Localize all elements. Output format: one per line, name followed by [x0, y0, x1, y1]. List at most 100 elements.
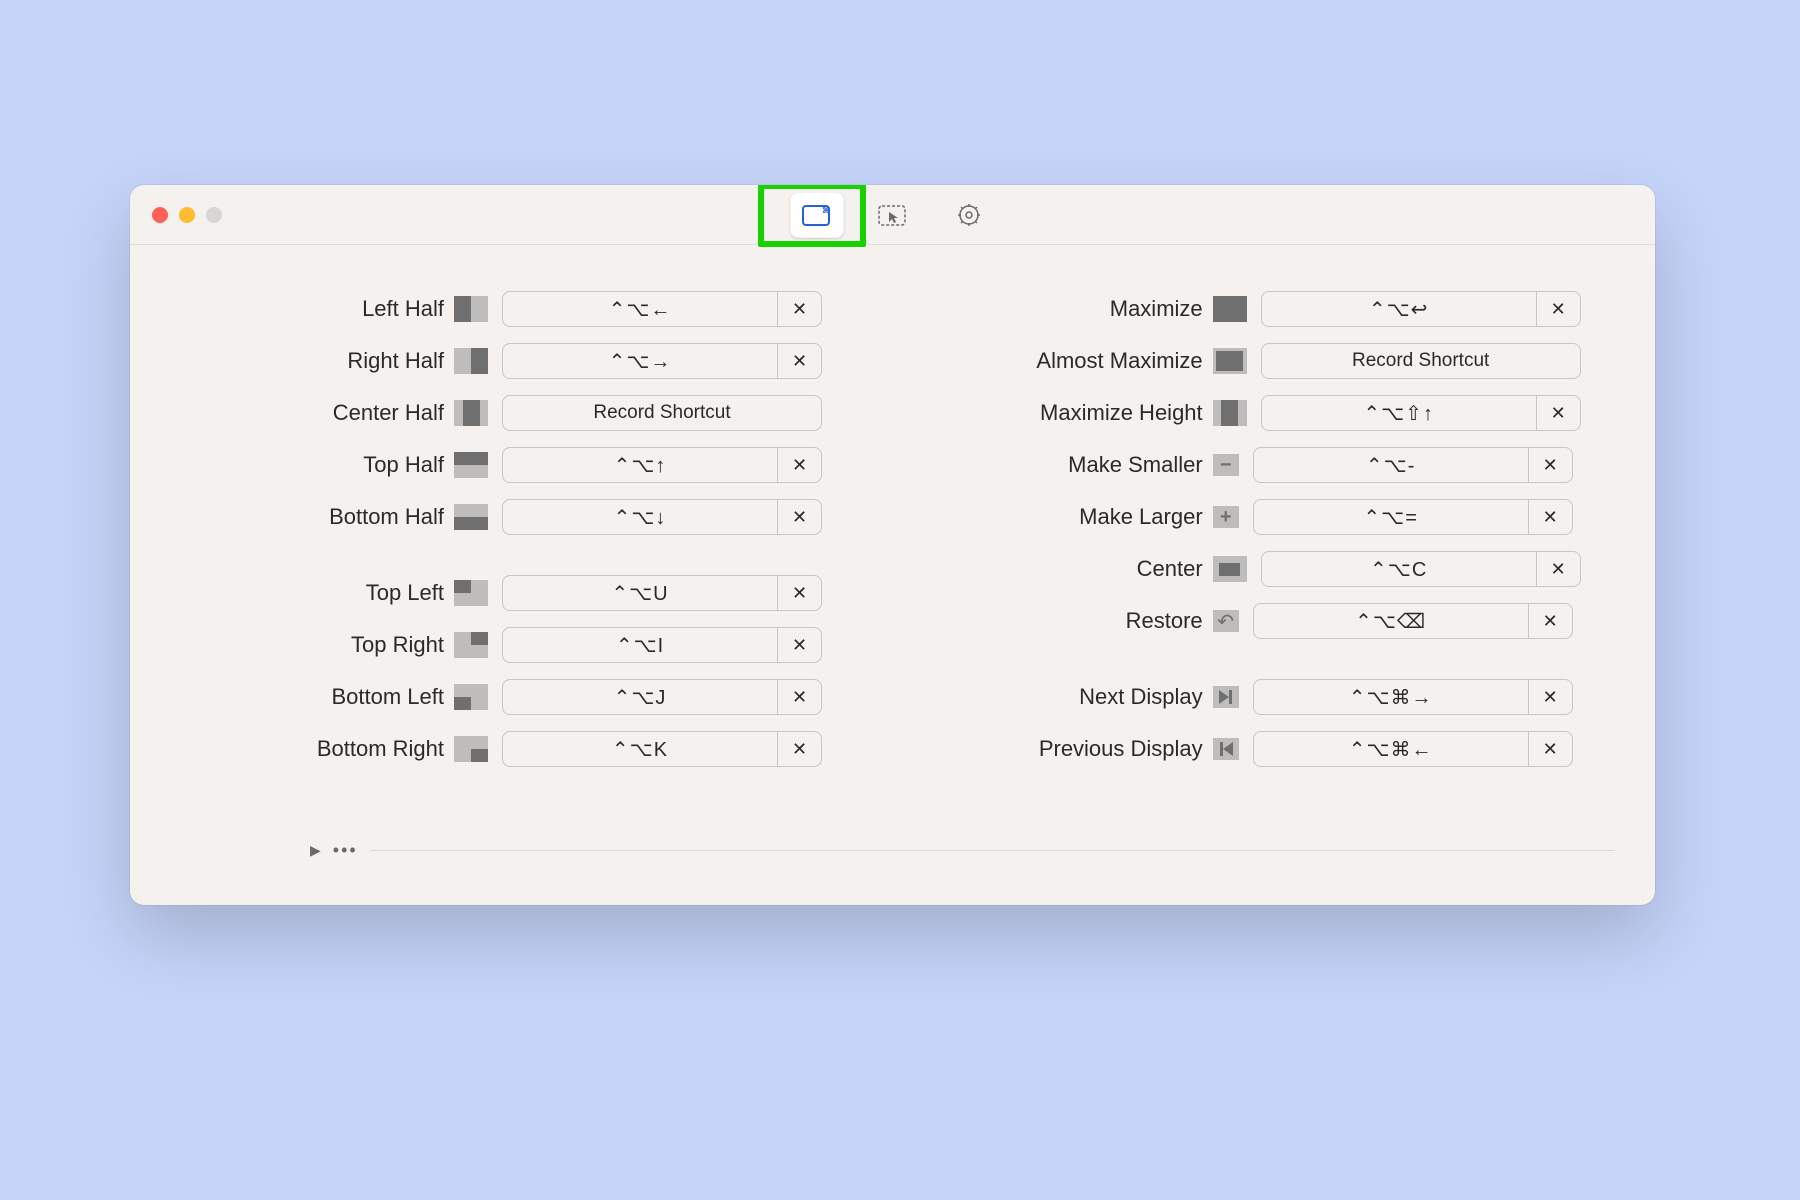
shortcut-recorder-center-half[interactable]: Record Shortcut — [502, 395, 822, 431]
shortcut-recorder-bottom-half[interactable]: ⌃⌥↓ — [502, 499, 778, 535]
top-left-icon — [454, 580, 488, 606]
maximize-height-icon — [1213, 400, 1247, 426]
clear-shortcut-previous-display[interactable]: ✕ — [1529, 731, 1573, 767]
label-almost-maximize: Almost Maximize — [883, 348, 1213, 374]
row-previous-display: Previous Display⌃⌥⌘←✕ — [883, 723, 1631, 775]
label-restore: Restore — [883, 608, 1213, 634]
shortcut-recorder-right-half[interactable]: ⌃⌥→ — [502, 343, 778, 379]
shortcut-recorder-make-larger[interactable]: ⌃⌥= — [1253, 499, 1529, 535]
window-cursor-icon — [878, 203, 908, 227]
shortcut-recorder-top-right[interactable]: ⌃⌥I — [502, 627, 778, 663]
clear-shortcut-bottom-half[interactable]: ✕ — [778, 499, 822, 535]
clear-shortcut-center[interactable]: ✕ — [1537, 551, 1581, 587]
clear-shortcut-top-half[interactable]: ✕ — [778, 447, 822, 483]
shortcut-recorder-top-half[interactable]: ⌃⌥↑ — [502, 447, 778, 483]
shortcut-recorder-left-half[interactable]: ⌃⌥← — [502, 291, 778, 327]
window-key-icon: ⌘ — [802, 203, 832, 227]
clear-shortcut-make-larger[interactable]: ✕ — [1529, 499, 1573, 535]
right-half-icon — [454, 348, 488, 374]
row-bottom-left: Bottom Left ⌃⌥J✕ — [154, 671, 883, 723]
label-next-display: Next Display — [883, 684, 1213, 710]
undo-icon: ↶ — [1213, 610, 1239, 632]
bottom-right-icon — [454, 736, 488, 762]
row-center: Center⌃⌥C✕ — [883, 543, 1631, 595]
disclosure-row[interactable]: ▶ ••• — [310, 840, 1615, 861]
maximize-icon — [1213, 296, 1247, 322]
label-maximize-height: Maximize Height — [883, 400, 1213, 426]
row-top-half: Top Half ⌃⌥↑✕ — [154, 439, 883, 491]
bottom-left-icon — [454, 684, 488, 710]
label-bottom-right: Bottom Right — [154, 736, 454, 762]
row-make-larger: Make Larger+ ⌃⌥=✕ — [883, 491, 1631, 543]
row-make-smaller: Make Smaller−⌃⌥-✕ — [883, 439, 1631, 491]
shortcut-recorder-bottom-right[interactable]: ⌃⌥K — [502, 731, 778, 767]
label-make-larger: Make Larger — [883, 504, 1213, 530]
row-left-half: Left Half ⌃⌥←✕ — [154, 283, 883, 335]
clear-shortcut-bottom-left[interactable]: ✕ — [778, 679, 822, 715]
disclosure-triangle-icon: ▶ — [310, 842, 321, 859]
tab-mouse[interactable] — [866, 192, 920, 238]
left-half-icon — [454, 296, 488, 322]
svg-text:⌘: ⌘ — [822, 206, 830, 215]
clear-shortcut-restore[interactable]: ✕ — [1529, 603, 1573, 639]
clear-shortcut-bottom-right[interactable]: ✕ — [778, 731, 822, 767]
clear-shortcut-maximize-height[interactable]: ✕ — [1537, 395, 1581, 431]
clear-shortcut-top-right[interactable]: ✕ — [778, 627, 822, 663]
clear-shortcut-right-half[interactable]: ✕ — [778, 343, 822, 379]
shortcut-recorder-center[interactable]: ⌃⌥C — [1261, 551, 1537, 587]
row-bottom-half: Bottom Half ⌃⌥↓✕ — [154, 491, 883, 543]
row-almost-maximize: Almost Maximize Record Shortcut — [883, 335, 1631, 387]
clear-shortcut-left-half[interactable]: ✕ — [778, 291, 822, 327]
almost-maximize-icon — [1213, 348, 1247, 374]
shortcut-recorder-maximize-height[interactable]: ⌃⌥⇧↑ — [1261, 395, 1537, 431]
label-left-half: Left Half — [154, 296, 454, 322]
window-controls — [130, 207, 222, 223]
row-center-half: Center Half Record Shortcut — [154, 387, 883, 439]
label-top-half: Top Half — [154, 452, 454, 478]
shortcut-recorder-make-smaller[interactable]: ⌃⌥- — [1253, 447, 1529, 483]
clear-shortcut-make-smaller[interactable]: ✕ — [1529, 447, 1573, 483]
bottom-half-icon — [454, 504, 488, 530]
minus-icon: − — [1213, 454, 1239, 476]
shortcut-recorder-next-display[interactable]: ⌃⌥⌘→ — [1253, 679, 1529, 715]
center-half-icon — [454, 400, 488, 426]
row-top-left: Top Left ⌃⌥U✕ — [154, 567, 883, 619]
label-bottom-half: Bottom Half — [154, 504, 454, 530]
row-maximize: Maximize ⌃⌥↩✕ — [883, 283, 1631, 335]
label-bottom-left: Bottom Left — [154, 684, 454, 710]
row-next-display: Next Display ⌃⌥⌘→✕ — [883, 671, 1631, 723]
top-right-icon — [454, 632, 488, 658]
shortcut-recorder-almost-maximize[interactable]: Record Shortcut — [1261, 343, 1581, 379]
row-top-right: Top Right ⌃⌥I✕ — [154, 619, 883, 671]
zoom-window-button[interactable] — [206, 207, 222, 223]
row-bottom-right: Bottom Right ⌃⌥K✕ — [154, 723, 883, 775]
preferences-window: ⌘ — [130, 185, 1655, 905]
clear-shortcut-next-display[interactable]: ✕ — [1529, 679, 1573, 715]
divider — [370, 850, 1615, 851]
toolbar-tabs: ⌘ — [790, 192, 996, 238]
minimize-window-button[interactable] — [179, 207, 195, 223]
plus-icon: + — [1213, 506, 1239, 528]
tab-settings[interactable] — [942, 192, 996, 238]
chevron-left-icon — [1213, 738, 1239, 760]
label-maximize: Maximize — [883, 296, 1213, 322]
clear-shortcut-maximize[interactable]: ✕ — [1537, 291, 1581, 327]
shortcut-recorder-restore[interactable]: ⌃⌥⌫ — [1253, 603, 1529, 639]
label-center-half: Center Half — [154, 400, 454, 426]
shortcut-recorder-bottom-left[interactable]: ⌃⌥J — [502, 679, 778, 715]
row-right-half: Right Half⌃⌥→✕ — [154, 335, 883, 387]
row-restore: Restore↶ ⌃⌥⌫✕ — [883, 595, 1631, 647]
center-icon — [1213, 556, 1247, 582]
shortcut-recorder-top-left[interactable]: ⌃⌥U — [502, 575, 778, 611]
gear-icon — [954, 203, 984, 227]
label-top-left: Top Left — [154, 580, 454, 606]
chevron-right-icon — [1213, 686, 1239, 708]
shortcuts-panel: Left Half⌃⌥←✕Right Half⌃⌥→✕Center HalfRe… — [130, 245, 1655, 775]
close-window-button[interactable] — [152, 207, 168, 223]
ellipsis-icon: ••• — [333, 840, 358, 861]
shortcut-recorder-maximize[interactable]: ⌃⌥↩ — [1261, 291, 1537, 327]
tab-shortcuts[interactable]: ⌘ — [790, 192, 844, 238]
shortcut-recorder-previous-display[interactable]: ⌃⌥⌘← — [1253, 731, 1529, 767]
clear-shortcut-top-left[interactable]: ✕ — [778, 575, 822, 611]
label-top-right: Top Right — [154, 632, 454, 658]
